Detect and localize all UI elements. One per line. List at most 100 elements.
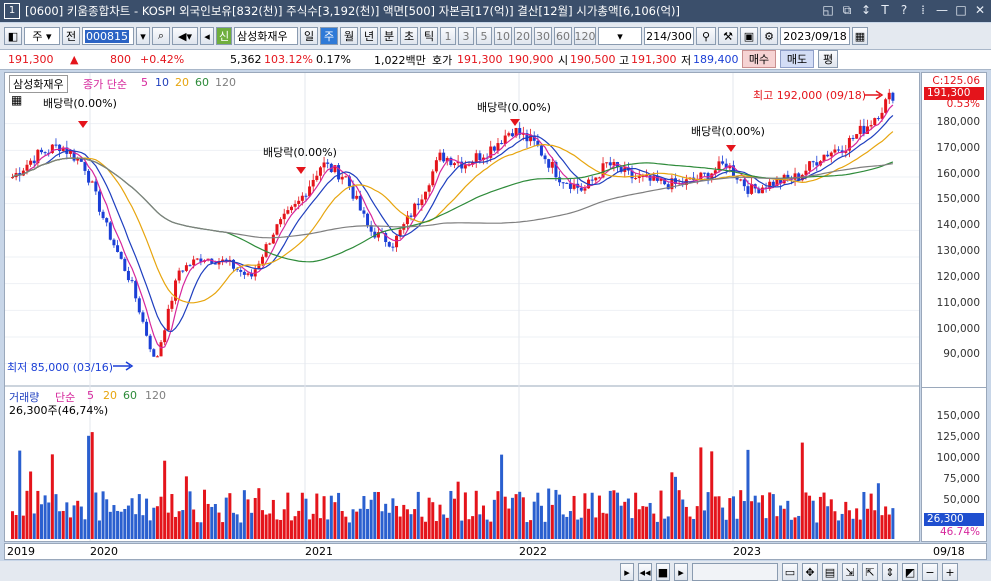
candle-body	[112, 239, 116, 246]
volume-bar	[626, 498, 630, 539]
stock-dropdown-icon[interactable]: ▾	[136, 27, 150, 45]
volume-bar	[500, 454, 504, 539]
volume-bar	[170, 494, 174, 539]
calendar-icon[interactable]: ▦	[852, 27, 868, 45]
sort-icon[interactable]: ↕	[859, 3, 873, 17]
eval-button[interactable]: 평	[818, 50, 838, 68]
tab-minute[interactable]: 분	[380, 27, 398, 45]
interval-custom-select[interactable]: ▾	[598, 27, 642, 45]
interval-5[interactable]: 5	[476, 27, 492, 45]
volume-bar	[481, 505, 485, 539]
interval-20[interactable]: 20	[514, 27, 532, 45]
candle-body	[855, 134, 859, 139]
minus-icon[interactable]: −	[922, 563, 938, 581]
volume-bar	[58, 511, 62, 539]
stop-icon[interactable]: ■	[656, 563, 670, 581]
zoom-icon[interactable]: ▭	[782, 563, 798, 581]
volume-bar	[333, 502, 337, 539]
tab-second[interactable]: 초	[400, 27, 418, 45]
settings-pin-icon[interactable]: ⚲	[696, 27, 716, 45]
layout-icon[interactable]: ◱	[821, 3, 835, 17]
save-icon[interactable]: ▣	[740, 27, 758, 45]
title-bar: 1 [0600] 키움종합차트 - KOSPI 외국인보유[832(천)] 주식…	[0, 0, 991, 22]
bid: 191,300	[457, 53, 503, 66]
cross-icon[interactable]: ✥	[802, 563, 818, 581]
text-icon[interactable]: T	[878, 3, 892, 17]
volume-bar	[39, 504, 43, 539]
close-button[interactable]: ✕	[973, 3, 987, 17]
volume-bar	[184, 476, 188, 539]
period-type-select[interactable]: 주 ▾	[24, 27, 60, 45]
expand-icon[interactable]: ⇱	[862, 563, 878, 581]
scroll-right-icon[interactable]: ▸	[620, 563, 634, 581]
y-tick: 110,000	[936, 297, 980, 309]
volume-bar	[782, 508, 786, 539]
shrink-icon[interactable]: ⇲	[842, 563, 858, 581]
speaker-icon[interactable]: ◀▾	[172, 27, 198, 45]
layout-panel-icon[interactable]: ◩	[902, 563, 918, 581]
volume-bar	[623, 501, 627, 539]
count-field[interactable]: 214/300	[644, 27, 694, 45]
scrollbar[interactable]	[692, 563, 778, 581]
volume-bar	[286, 492, 290, 539]
interval-1[interactable]: 1	[440, 27, 456, 45]
volume-bar	[797, 515, 801, 539]
vol-tick: 150,000	[936, 410, 980, 422]
volume-bar	[293, 516, 297, 539]
volume-bar	[478, 514, 482, 539]
interval-120[interactable]: 120	[574, 27, 596, 45]
volume-bar	[634, 492, 638, 539]
candle-body	[39, 149, 43, 153]
chart-area[interactable]: 삼성화재우 종가 단순 5 10 20 60 120 ▦ 배당락(0.00%) …	[4, 72, 920, 542]
minimize-button[interactable]: —	[935, 3, 949, 17]
capture-icon[interactable]: ▤	[822, 563, 838, 581]
scope-button[interactable]: 전	[62, 27, 80, 45]
highest-label: 최고 192,000 (09/18)	[753, 89, 867, 102]
rewind-icon[interactable]: ◂◂	[638, 563, 652, 581]
play-icon[interactable]: ▸	[674, 563, 688, 581]
volume: 5,362	[230, 53, 262, 66]
grid-icon[interactable]: ▦	[11, 93, 22, 107]
more-icon[interactable]: ⁞	[916, 3, 930, 17]
interval-60[interactable]: 60	[554, 27, 572, 45]
gear-icon[interactable]: ⚙	[760, 27, 778, 45]
help-icon[interactable]: ?	[897, 3, 911, 17]
interval-10[interactable]: 10	[494, 27, 512, 45]
tab-year[interactable]: 년	[360, 27, 378, 45]
volume-bar	[739, 490, 743, 539]
volume-tag: 26,300	[924, 513, 984, 526]
candle-body	[344, 176, 348, 178]
candle-body	[811, 161, 815, 163]
candle-body	[286, 210, 290, 214]
volume-bar	[152, 507, 156, 539]
volume-bar	[742, 501, 746, 539]
interval-30[interactable]: 30	[534, 27, 552, 45]
volume-bar	[717, 496, 721, 539]
volume-bar	[380, 511, 384, 539]
tool-icon[interactable]: ⚒	[718, 27, 738, 45]
plus-icon[interactable]: +	[942, 563, 958, 581]
buy-button[interactable]: 매수	[742, 50, 776, 68]
tab-week[interactable]: 주	[320, 27, 338, 45]
candle-body	[119, 251, 123, 259]
search-icon[interactable]: ⌕	[152, 27, 170, 45]
volume-bar	[289, 520, 293, 539]
interval-3[interactable]: 3	[458, 27, 474, 45]
volume-bar	[105, 499, 109, 539]
volume-bar	[688, 516, 692, 539]
candle-body	[181, 270, 185, 272]
ma-20: 20	[175, 76, 189, 89]
maximize-button[interactable]: □	[954, 3, 968, 17]
link-icon[interactable]: ⧉	[840, 3, 854, 17]
prev-stock-icon[interactable]: ◂	[200, 27, 214, 45]
candle-body	[279, 219, 283, 225]
tab-day[interactable]: 일	[300, 27, 318, 45]
tab-month[interactable]: 월	[340, 27, 358, 45]
ratio: 103.12%	[264, 53, 313, 66]
sell-button[interactable]: 매도	[780, 50, 814, 68]
panel-toggle-icon[interactable]: ◧	[4, 27, 22, 45]
stock-code-input[interactable]: 000815	[82, 27, 134, 45]
date-field[interactable]: 2023/09/18	[780, 27, 850, 45]
tab-tick[interactable]: 틱	[420, 27, 438, 45]
fit-icon[interactable]: ⇕	[882, 563, 898, 581]
